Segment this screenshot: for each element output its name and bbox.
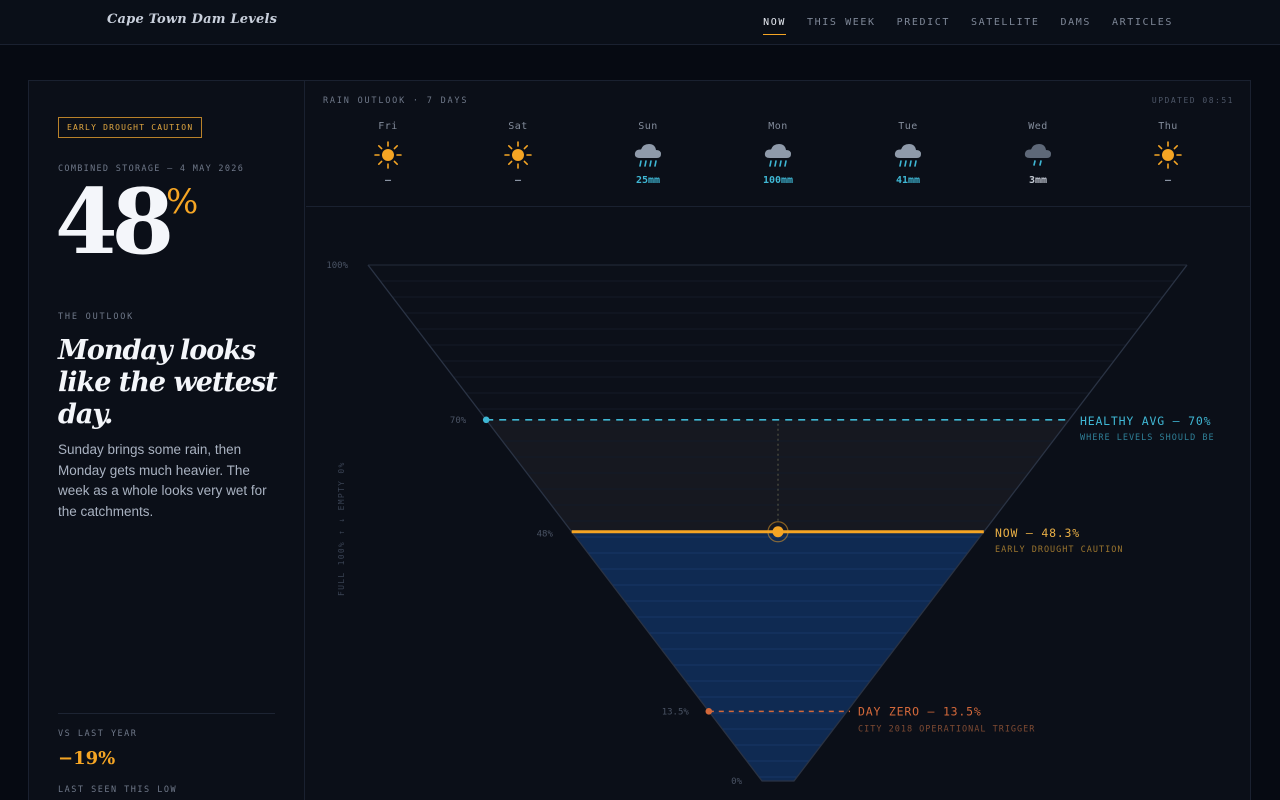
vs-last-year-value: −19% [58, 748, 116, 769]
sun-icon [374, 141, 402, 169]
rain-cloud-icon [634, 144, 661, 167]
forecast-day-name: Fri [378, 121, 398, 132]
sun-icon [504, 141, 532, 169]
forecast-day[interactable]: Tue 41mm [868, 121, 948, 189]
percent-sign: % [166, 182, 199, 222]
summary-panel: EARLY DROUGHT CAUTION COMBINED STORAGE —… [29, 81, 305, 800]
top-navigation-bar: Cape Town Dam Levels NOW THIS WEEK PREDI… [0, 0, 1280, 45]
forecast-day[interactable]: Sun 25mm [608, 121, 688, 189]
last-seen-label: LAST SEEN THIS LOW [58, 785, 178, 795]
status-badge: EARLY DROUGHT CAUTION [58, 117, 203, 138]
divider [58, 713, 275, 714]
updated-timestamp: UPDATED 08:51 [1151, 96, 1234, 105]
forecast-amount: 41mm [895, 175, 921, 186]
forecast-amount: 3mm [1028, 175, 1048, 186]
dashboard-card: EARLY DROUGHT CAUTION COMBINED STORAGE —… [28, 80, 1251, 800]
forecast-day-name: Tue [898, 121, 918, 132]
nav-item-this-week[interactable]: THIS WEEK [807, 0, 876, 45]
outlook-description: Sunday brings some rain, then Monday get… [58, 442, 267, 519]
forecast-day-name: Sun [638, 121, 658, 132]
forecast-amount: 100mm [762, 175, 794, 186]
rain-cloud-icon [894, 144, 921, 167]
rain-cloud-icon [764, 144, 791, 167]
forecast-day-name: Mon [768, 121, 788, 132]
nav-item-predict[interactable]: PREDICT [897, 0, 950, 45]
nav-item-now[interactable]: NOW [763, 0, 786, 45]
nav-item-dams[interactable]: DAMS [1061, 0, 1091, 45]
rain-outlook-title: RAIN OUTLOOK · 7 DAYS [323, 96, 469, 106]
vs-last-year-label: VS LAST YEAR [58, 729, 138, 739]
brand-logo[interactable]: Cape Town Dam Levels [107, 12, 277, 27]
forecast-day[interactable]: Thu — [1128, 121, 1208, 189]
storage-percentage: 48 [55, 169, 174, 275]
main-nav: NOW THIS WEEK PREDICT SATELLITE DAMS ART… [742, 0, 1173, 45]
forecast-day[interactable]: Mon 100mm [738, 121, 818, 189]
sun-icon [1154, 141, 1182, 169]
forecast-amount: — [1164, 175, 1172, 186]
forecast-day[interactable]: Wed 3mm [998, 121, 1078, 189]
outlook-headline: Monday looks like the wettest day. [58, 335, 278, 430]
rain-outlook-panel: RAIN OUTLOOK · 7 DAYS UPDATED 08:51 Fri … [306, 81, 1251, 207]
forecast-day-name: Wed [1028, 121, 1048, 132]
forecast-amount: — [384, 175, 392, 186]
light-rain-cloud-icon [1024, 144, 1051, 166]
nav-item-articles[interactable]: ARTICLES [1112, 0, 1173, 45]
outlook-label: THE OUTLOOK [58, 312, 135, 322]
forecast-day[interactable]: Fri — [348, 121, 428, 189]
forecast-amount: 25mm [635, 175, 661, 186]
forecast-day-name: Sat [508, 121, 528, 132]
forecast-amount: — [514, 175, 522, 186]
nav-item-satellite[interactable]: SATELLITE [971, 0, 1040, 45]
forecast-day-name: Thu [1158, 121, 1178, 132]
forecast-day[interactable]: Sat — [478, 121, 558, 189]
